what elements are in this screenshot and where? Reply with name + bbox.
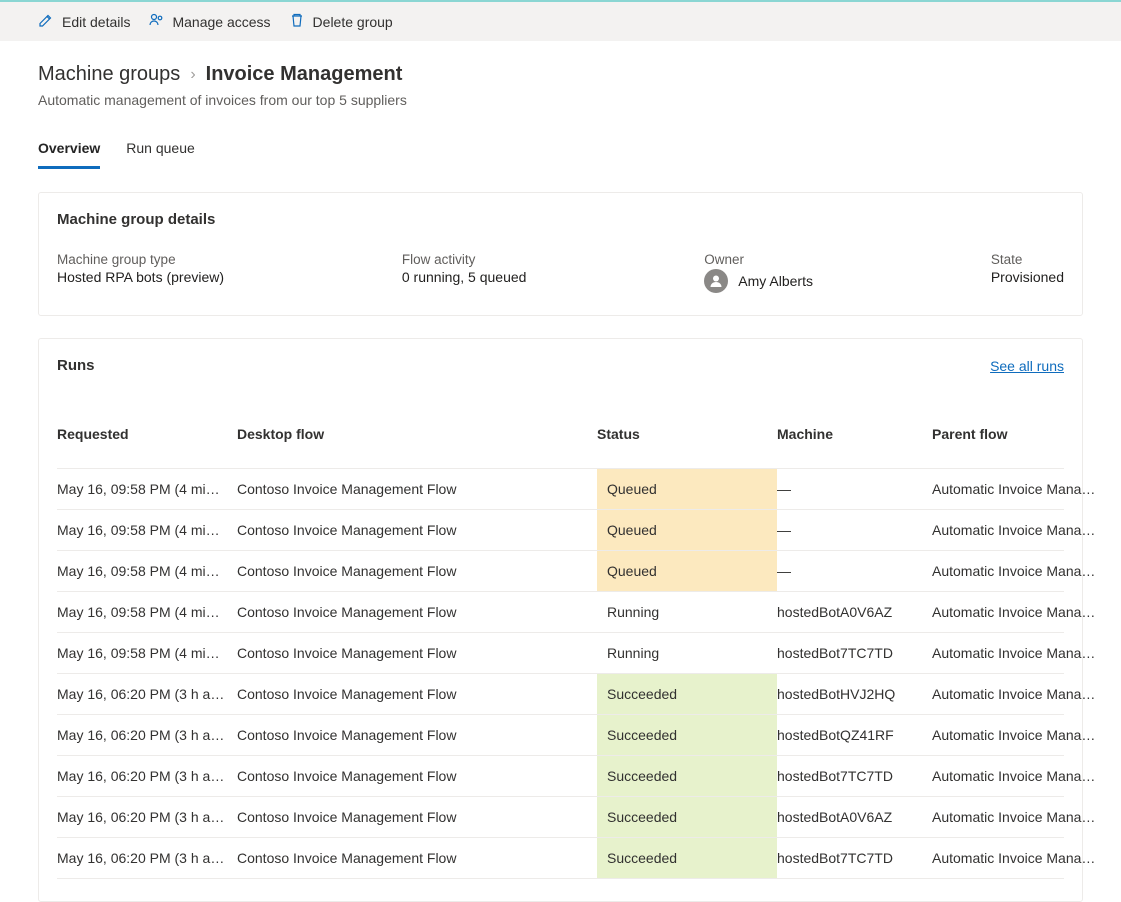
cell-machine[interactable]: hostedBotA0V6AZ — [777, 592, 932, 632]
col-status[interactable]: Status — [597, 414, 777, 454]
runs-table: Requested Desktop flow Status Machine Pa… — [57, 404, 1064, 879]
cell-requested: May 16, 09:58 PM (4 min ago) — [57, 592, 237, 632]
cell-machine[interactable]: hostedBotQZ41RF — [777, 715, 932, 755]
cell-requested: May 16, 06:20 PM (3 h ago) — [57, 715, 237, 755]
tab-overview[interactable]: Overview — [38, 136, 100, 169]
details-title: Machine group details — [57, 211, 1064, 228]
table-row[interactable]: May 16, 06:20 PM (3 h ago)Contoso Invoic… — [57, 674, 1064, 715]
cell-status: Succeeded — [597, 797, 777, 837]
cell-parent-flow[interactable]: Automatic Invoice Manage... — [932, 797, 1112, 837]
cell-requested: May 16, 09:58 PM (4 min ago) — [57, 633, 237, 673]
cell-requested: May 16, 09:58 PM (4 min ago) — [57, 510, 237, 550]
cell-status: Running — [597, 592, 777, 632]
cell-requested: May 16, 09:58 PM (4 min ago) — [57, 551, 237, 591]
cell-machine[interactable]: hostedBot7TC7TD — [777, 756, 932, 796]
table-row[interactable]: May 16, 06:20 PM (3 h ago)Contoso Invoic… — [57, 797, 1064, 838]
flow-activity-value: 0 running, 5 queued — [402, 269, 527, 285]
table-row[interactable]: May 16, 06:20 PM (3 h ago)Contoso Invoic… — [57, 838, 1064, 879]
edit-details-label: Edit details — [62, 14, 130, 30]
chevron-right-icon: › — [190, 66, 195, 84]
col-machine[interactable]: Machine — [777, 414, 932, 454]
table-row[interactable]: May 16, 06:20 PM (3 h ago)Contoso Invoic… — [57, 715, 1064, 756]
cell-status: Queued — [597, 510, 777, 550]
cell-parent-flow[interactable]: Automatic Invoice Manage... — [932, 469, 1112, 509]
manage-access-button[interactable]: Manage access — [148, 12, 270, 31]
cell-parent-flow[interactable]: Automatic Invoice Manage... — [932, 674, 1112, 714]
cell-desktop-flow[interactable]: Contoso Invoice Management Flow — [237, 510, 597, 550]
table-row[interactable]: May 16, 09:58 PM (4 min ago)Contoso Invo… — [57, 510, 1064, 551]
see-all-runs-link[interactable]: See all runs — [990, 358, 1064, 374]
cell-desktop-flow[interactable]: Contoso Invoice Management Flow — [237, 674, 597, 714]
table-row[interactable]: May 16, 06:20 PM (3 h ago)Contoso Invoic… — [57, 756, 1064, 797]
cell-desktop-flow[interactable]: Contoso Invoice Management Flow — [237, 551, 597, 591]
cell-desktop-flow[interactable]: Contoso Invoice Management Flow — [237, 756, 597, 796]
cell-status: Running — [597, 633, 777, 673]
tab-bar: Overview Run queue — [38, 136, 1083, 170]
trash-icon — [289, 12, 305, 31]
cell-requested: May 16, 06:20 PM (3 h ago) — [57, 797, 237, 837]
cell-machine[interactable]: hostedBotA0V6AZ — [777, 797, 932, 837]
machine-group-details-card: Machine group details Machine group type… — [38, 192, 1083, 316]
tab-run-queue[interactable]: Run queue — [126, 136, 195, 169]
cell-desktop-flow[interactable]: Contoso Invoice Management Flow — [237, 469, 597, 509]
cell-status: Queued — [597, 469, 777, 509]
table-row[interactable]: May 16, 09:58 PM (4 min ago)Contoso Invo… — [57, 592, 1064, 633]
cell-requested: May 16, 06:20 PM (3 h ago) — [57, 838, 237, 878]
cell-parent-flow[interactable]: Automatic Invoice Manage... — [932, 838, 1112, 878]
owner-value: Amy Alberts — [738, 273, 813, 289]
cell-requested: May 16, 06:20 PM (3 h ago) — [57, 756, 237, 796]
cell-desktop-flow[interactable]: Contoso Invoice Management Flow — [237, 633, 597, 673]
command-bar: Edit details Manage access Delete group — [0, 0, 1121, 41]
cell-parent-flow[interactable]: Automatic Invoice Manage... — [932, 510, 1112, 550]
page-title: Invoice Management — [206, 63, 403, 86]
cell-parent-flow[interactable]: Automatic Invoice Manage... — [932, 551, 1112, 591]
cell-desktop-flow[interactable]: Contoso Invoice Management Flow — [237, 592, 597, 632]
breadcrumb-root[interactable]: Machine groups — [38, 63, 180, 86]
pencil-icon — [38, 12, 54, 31]
cell-machine[interactable]: — — [777, 469, 932, 509]
cell-parent-flow[interactable]: Automatic Invoice Manage... — [932, 592, 1112, 632]
cell-machine[interactable]: — — [777, 551, 932, 591]
runs-card: Runs See all runs Requested Desktop flow… — [38, 338, 1083, 902]
cell-parent-flow[interactable]: Automatic Invoice Manage... — [932, 756, 1112, 796]
cell-desktop-flow[interactable]: Contoso Invoice Management Flow — [237, 797, 597, 837]
cell-status: Succeeded — [597, 838, 777, 878]
table-row[interactable]: May 16, 09:58 PM (4 min ago)Contoso Invo… — [57, 469, 1064, 510]
state-label: State — [991, 252, 1064, 267]
runs-title: Runs — [57, 357, 95, 374]
delete-group-label: Delete group — [313, 14, 393, 30]
cell-parent-flow[interactable]: Automatic Invoice Manage... — [932, 633, 1112, 673]
cell-desktop-flow[interactable]: Contoso Invoice Management Flow — [237, 715, 597, 755]
cell-status: Succeeded — [597, 756, 777, 796]
page-description: Automatic management of invoices from ou… — [38, 92, 1083, 108]
cell-status: Succeeded — [597, 674, 777, 714]
people-icon — [148, 12, 164, 31]
table-row[interactable]: May 16, 09:58 PM (4 min ago)Contoso Invo… — [57, 633, 1064, 674]
cell-status: Succeeded — [597, 715, 777, 755]
cell-status: Queued — [597, 551, 777, 591]
flow-activity-label: Flow activity — [402, 252, 527, 267]
delete-group-button[interactable]: Delete group — [289, 12, 393, 31]
cell-machine[interactable]: hostedBotHVJ2HQ — [777, 674, 932, 714]
cell-parent-flow[interactable]: Automatic Invoice Manage... — [932, 715, 1112, 755]
edit-details-button[interactable]: Edit details — [38, 12, 130, 31]
manage-access-label: Manage access — [172, 14, 270, 30]
col-parent-flow[interactable]: Parent flow — [932, 414, 1112, 454]
cell-machine[interactable]: hostedBot7TC7TD — [777, 838, 932, 878]
cell-desktop-flow[interactable]: Contoso Invoice Management Flow — [237, 838, 597, 878]
table-row[interactable]: May 16, 09:58 PM (4 min ago)Contoso Invo… — [57, 551, 1064, 592]
runs-table-header: Requested Desktop flow Status Machine Pa… — [57, 404, 1064, 469]
breadcrumb: Machine groups › Invoice Management — [38, 63, 1083, 86]
type-value: Hosted RPA bots (preview) — [57, 269, 224, 285]
state-value: Provisioned — [991, 269, 1064, 285]
col-desktop-flow[interactable]: Desktop flow — [237, 414, 597, 454]
avatar — [704, 269, 728, 293]
cell-requested: May 16, 09:58 PM (4 min ago) — [57, 469, 237, 509]
col-requested[interactable]: Requested — [57, 414, 237, 454]
cell-machine[interactable]: hostedBot7TC7TD — [777, 633, 932, 673]
owner-label: Owner — [704, 252, 813, 267]
type-label: Machine group type — [57, 252, 224, 267]
cell-requested: May 16, 06:20 PM (3 h ago) — [57, 674, 237, 714]
cell-machine[interactable]: — — [777, 510, 932, 550]
